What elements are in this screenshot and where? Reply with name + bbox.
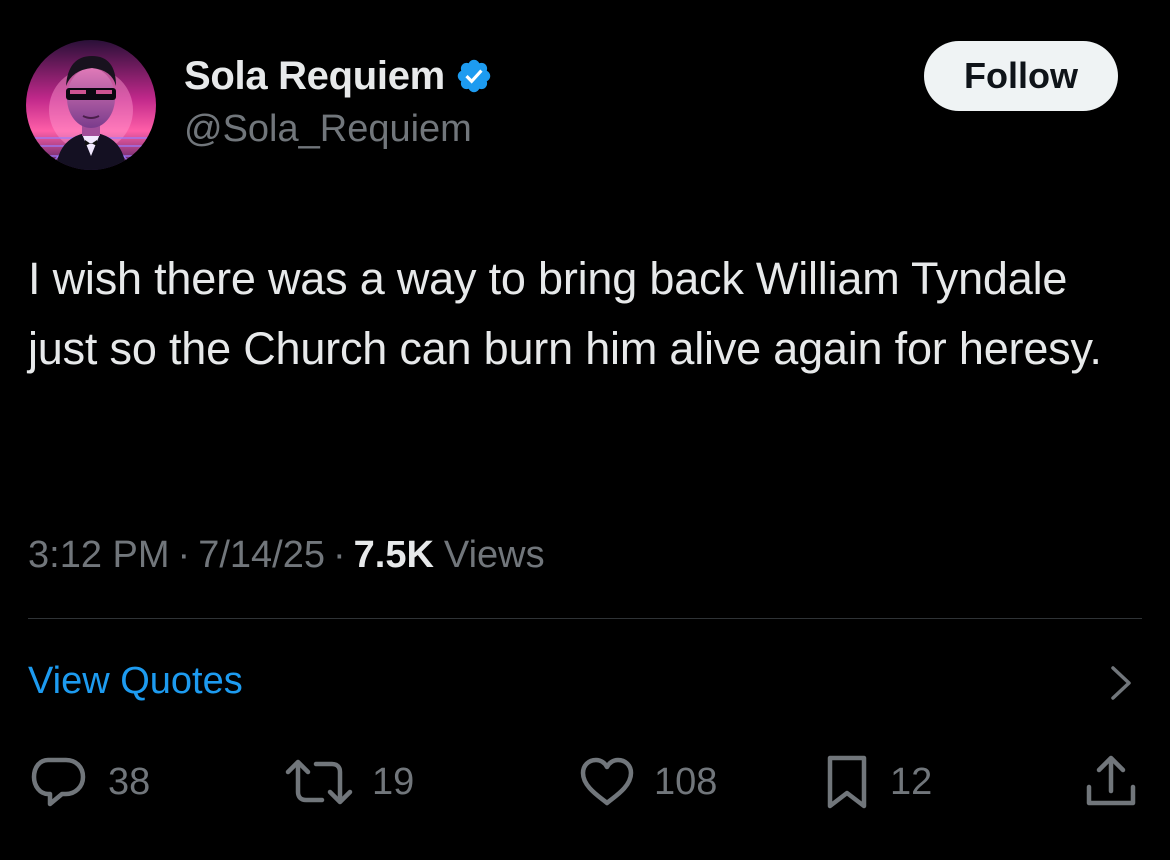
like-button[interactable]: 108 <box>578 752 717 812</box>
divider <box>28 618 1142 619</box>
synthwave-man-with-sunglasses-avatar <box>26 40 156 170</box>
author-handle[interactable]: @Sola_Requiem <box>184 108 472 151</box>
meta-separator: · <box>177 533 191 576</box>
repost-arrows-icon <box>285 759 353 805</box>
bookmark-button[interactable]: 12 <box>822 752 932 812</box>
tweet-time[interactable]: 3:12 PM <box>28 534 170 577</box>
share-button[interactable] <box>1082 752 1140 812</box>
author-name-row[interactable]: Sola Requiem <box>184 54 493 98</box>
meta-separator: · <box>332 533 346 576</box>
reply-bubble-icon <box>31 757 86 807</box>
tweet-text: I wish there was a way to bring back Wil… <box>28 253 1102 374</box>
verified-badge-icon <box>457 59 491 93</box>
author-avatar[interactable] <box>26 40 156 170</box>
bookmark-icon <box>827 755 867 809</box>
reply-button[interactable]: 38 <box>28 752 150 812</box>
views-label: Views <box>443 533 545 576</box>
tweet-meta: 3:12 PM · 7/14/25 · 7.5K Views <box>28 532 545 578</box>
author-display-name[interactable]: Sola Requiem <box>184 54 445 99</box>
chevron-right-icon <box>1111 666 1131 700</box>
view-quotes-label[interactable]: View Quotes <box>28 660 243 703</box>
repost-count: 19 <box>372 760 415 803</box>
like-count: 108 <box>654 760 718 803</box>
heart-icon <box>580 757 634 806</box>
repost-button[interactable]: 19 <box>284 752 414 812</box>
bookmark-count: 12 <box>890 760 933 803</box>
follow-button[interactable]: Follow <box>924 41 1118 111</box>
share-upload-icon <box>1086 755 1136 806</box>
tweet-date[interactable]: 7/14/25 <box>198 534 325 577</box>
views-count: 7.5K <box>353 533 434 576</box>
reply-count: 38 <box>108 760 151 803</box>
view-quotes-row[interactable]: View Quotes <box>0 640 1170 726</box>
